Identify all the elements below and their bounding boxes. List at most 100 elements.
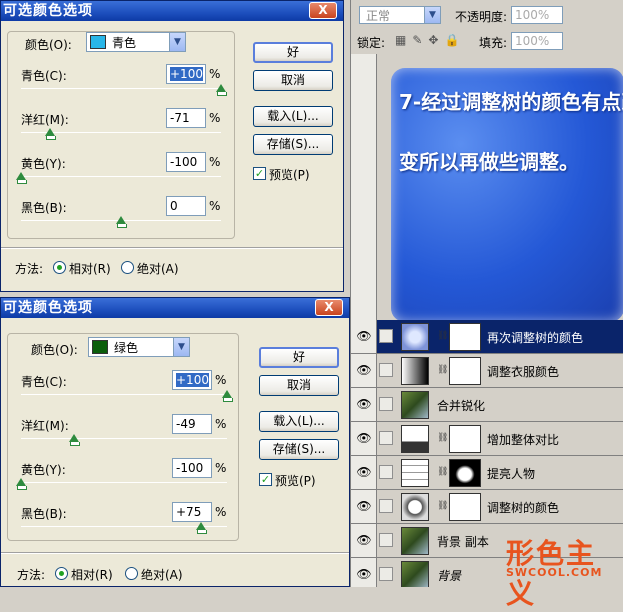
slider-thumb[interactable] <box>196 522 208 534</box>
slider-value: +75 <box>176 505 202 519</box>
link-cell[interactable] <box>379 363 393 377</box>
load-button[interactable]: 载入(L)... <box>253 106 333 127</box>
layer-row[interactable]: 👁 合并锐化 <box>351 388 623 422</box>
color-swatch <box>90 35 106 49</box>
absolute-radio[interactable] <box>125 567 138 580</box>
divider <box>1 247 343 249</box>
slider-value-input[interactable]: +100 <box>166 64 206 84</box>
ok-button[interactable]: 好 <box>259 347 339 368</box>
chain-icon: ⛓ <box>437 433 449 443</box>
chain-icon: ⛓ <box>437 365 449 375</box>
cancel-button[interactable]: 取消 <box>259 375 339 396</box>
slider-thumb[interactable] <box>216 84 227 96</box>
load-button[interactable]: 载入(L)... <box>259 411 339 432</box>
layer-name: 调整衣服颜色 <box>487 365 560 379</box>
slider-thumb[interactable] <box>16 478 27 490</box>
adjustment-thumbnail <box>401 357 429 385</box>
slider-value: -49 <box>176 417 196 431</box>
slider-track[interactable] <box>21 394 227 395</box>
eye-icon[interactable]: 👁 <box>356 533 372 549</box>
layer-row[interactable]: 👁 ⛓ 再次调整树的颜色 <box>351 320 623 354</box>
cancel-button[interactable]: 取消 <box>253 70 333 91</box>
fill-input[interactable]: 100% <box>511 32 563 50</box>
slider-value-input[interactable]: -71 <box>166 108 206 128</box>
dialog-title: 可选颜色选项 <box>3 300 93 316</box>
link-cell[interactable] <box>379 567 393 581</box>
link-cell[interactable] <box>379 499 393 513</box>
dialog-title-bar[interactable]: 可选颜色选项 <box>1 298 349 318</box>
opacity-input[interactable]: 100% <box>511 6 563 24</box>
preview-checkbox[interactable]: ✓ <box>253 167 266 180</box>
layer-row[interactable]: 👁 ⛓ 提亮人物 <box>351 456 623 490</box>
link-cell[interactable] <box>379 533 393 547</box>
eye-icon[interactable]: 👁 <box>356 431 372 447</box>
slider-thumb[interactable] <box>222 390 233 402</box>
slider-value-input[interactable]: 0 <box>166 196 206 216</box>
slider-track[interactable] <box>21 176 221 177</box>
layer-row[interactable]: 👁 ⛓ 调整衣服颜色 <box>351 354 623 388</box>
eye-icon[interactable]: 👁 <box>356 329 372 345</box>
opacity-value: 100% <box>515 8 550 22</box>
chevron-down-icon[interactable]: ▼ <box>169 33 185 51</box>
blend-mode-select[interactable]: 正常 ▼ <box>359 6 441 24</box>
preview-checkbox[interactable]: ✓ <box>259 473 272 486</box>
layer-name: 背景 副本 <box>437 535 489 549</box>
slider-track[interactable] <box>21 88 221 89</box>
preview-label: 预览(P) <box>269 168 310 182</box>
chevron-down-icon[interactable]: ▼ <box>424 7 440 23</box>
slider-track[interactable] <box>21 482 227 483</box>
eye-icon[interactable]: 👁 <box>356 397 372 413</box>
layer-name: 合并锐化 <box>437 399 486 413</box>
lock-icons[interactable]: ▦✎✥🔒 <box>395 33 465 47</box>
link-cell[interactable] <box>379 431 393 445</box>
absolute-radio[interactable] <box>121 261 134 274</box>
close-button[interactable]: X <box>315 299 343 316</box>
slider-thumb[interactable] <box>116 216 127 228</box>
dialog-title-bar[interactable]: 可选颜色选项 <box>1 1 343 21</box>
ok-button[interactable]: 好 <box>253 42 333 63</box>
link-cell[interactable] <box>379 465 393 479</box>
layer-mask-thumbnail <box>449 323 481 351</box>
hidden-layers-column <box>351 54 377 320</box>
opacity-label: 不透明度: <box>455 10 508 24</box>
layers-panel: 正常 ▼ 不透明度: 100% 锁定: ▦✎✥🔒 填充: 100% 7-经过调整… <box>350 0 623 587</box>
slider-value-input[interactable]: +75 <box>172 502 212 522</box>
slider-value-input[interactable]: +100 <box>172 370 212 390</box>
adjustment-thumbnail <box>401 493 429 521</box>
layer-row[interactable]: 👁 ⛓ 调整树的颜色 <box>351 490 623 524</box>
relative-radio[interactable] <box>55 567 68 580</box>
slider-value-input[interactable]: -100 <box>166 152 206 172</box>
color-select[interactable]: 青色 ▼ <box>86 32 186 52</box>
layer-name: 再次调整树的颜色 <box>487 331 584 345</box>
divider <box>1 552 349 554</box>
chain-icon: ⛓ <box>437 331 449 341</box>
slider-label: 洋红(M): <box>21 113 69 127</box>
color-select[interactable]: 绿色 ▼ <box>88 337 190 357</box>
layer-row[interactable]: 👁 ⛓ 增加整体对比 <box>351 422 623 456</box>
slider-track[interactable] <box>21 438 227 439</box>
slider-value-input[interactable]: -49 <box>172 414 212 434</box>
layer-mask-thumbnail <box>449 459 481 487</box>
slider-thumb[interactable] <box>68 434 80 446</box>
close-button[interactable]: X <box>309 2 337 19</box>
eye-icon[interactable]: 👁 <box>356 363 372 379</box>
save-button[interactable]: 存储(S)... <box>253 134 333 155</box>
link-cell[interactable] <box>379 397 393 411</box>
save-button[interactable]: 存储(S)... <box>259 439 339 460</box>
slider-label: 青色(C): <box>21 69 67 83</box>
slider-thumb[interactable] <box>45 128 56 140</box>
layer-mask-thumbnail <box>449 493 481 521</box>
slider-value-input[interactable]: -100 <box>172 458 212 478</box>
eye-icon[interactable]: 👁 <box>356 465 372 481</box>
note-line-2: 变所以再做些调整。 <box>399 150 579 174</box>
chevron-down-icon[interactable]: ▼ <box>173 338 189 356</box>
slider-thumb[interactable] <box>16 172 27 184</box>
absolute-label: 绝对(A) <box>137 262 179 276</box>
absolute-label: 绝对(A) <box>141 568 183 582</box>
slider-value: 0 <box>170 199 178 213</box>
relative-radio[interactable] <box>53 261 66 274</box>
color-select-value: 绿色 <box>114 340 139 355</box>
eye-icon[interactable]: 👁 <box>356 567 372 583</box>
link-cell[interactable] <box>379 329 393 343</box>
eye-icon[interactable]: 👁 <box>356 499 372 515</box>
